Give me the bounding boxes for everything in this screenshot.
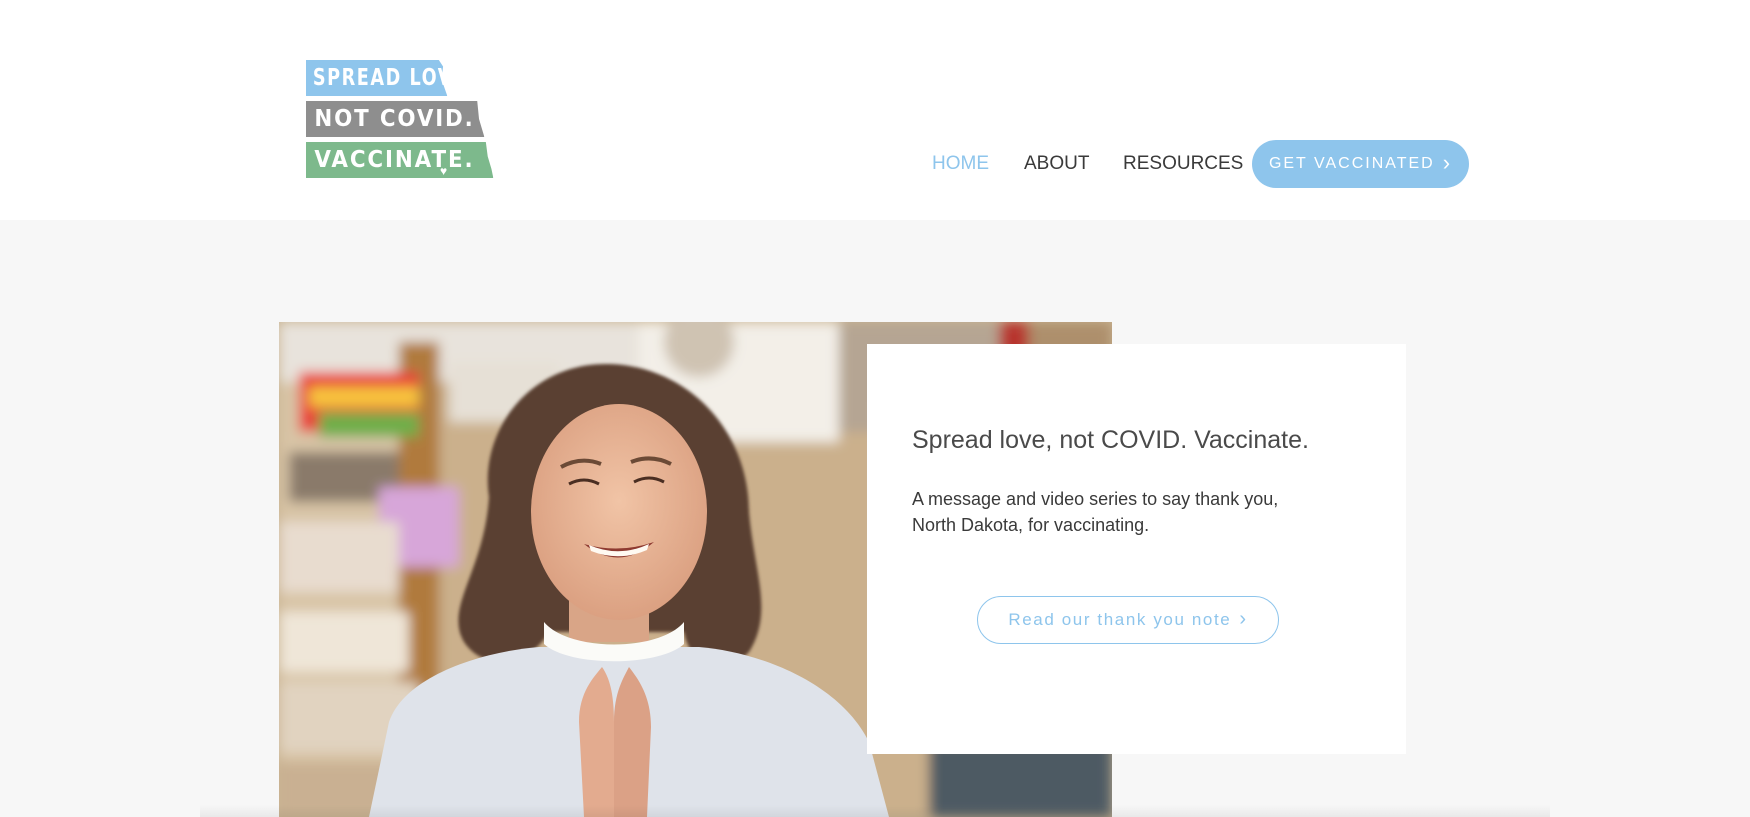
section-shadow: [200, 805, 1550, 817]
chevron-right-icon: ›: [1239, 607, 1248, 630]
logo-line-2: NOT COVID.: [306, 101, 485, 137]
get-vaccinated-button[interactable]: GET VACCINATED ›: [1252, 140, 1469, 188]
site-logo[interactable]: SPREAD LOVE, NOT COVID. VACCINATE. ♥: [306, 60, 508, 180]
hero-title: Spread love, not COVID. Vaccinate.: [912, 426, 1309, 454]
hero-description: A message and video series to say thank …: [912, 489, 1279, 535]
logo-line-3: VACCINATE.: [306, 142, 494, 178]
read-thank-you-note-label: Read our thank you note: [1008, 610, 1232, 629]
heart-icon: ♥: [440, 164, 448, 178]
get-vaccinated-label: GET VACCINATED: [1268, 155, 1435, 172]
read-thank-you-note-button[interactable]: Read our thank you note ›: [977, 596, 1279, 644]
nav-item-home[interactable]: HOME: [932, 140, 989, 188]
logo-line-1: SPREAD LOVE,: [306, 60, 448, 96]
nav-item-about[interactable]: ABOUT: [1024, 140, 1089, 188]
site-header: SPREAD LOVE, NOT COVID. VACCINATE. ♥ HOM…: [0, 0, 1750, 220]
hero-card: Spread love, not COVID. Vaccinate. A mes…: [867, 344, 1406, 754]
chevron-right-icon: ›: [1442, 150, 1453, 175]
nav-item-resources[interactable]: RESOURCES: [1123, 140, 1243, 188]
